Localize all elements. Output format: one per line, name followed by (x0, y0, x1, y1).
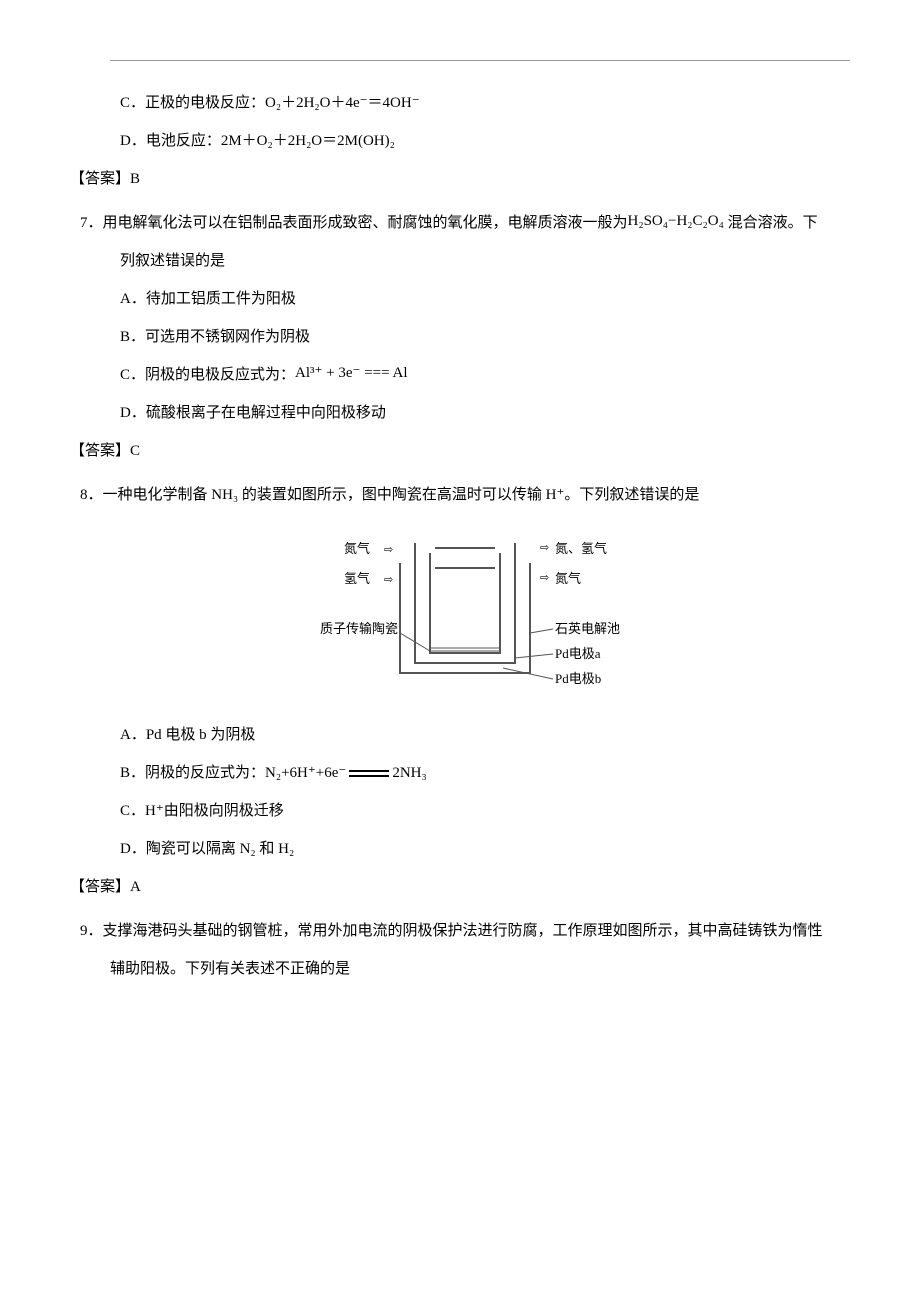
q8-option-b: B．阴极的反应式为：N₂+6H⁺+6e⁻ 2NH₃ (120, 761, 850, 785)
q9-stem-line1: 9．支撑海港码头基础的钢管桩，常用外加电流的阴极保护法进行防腐，工作原理如图所示… (80, 919, 850, 943)
proton-ceramic-label: 质子传输陶瓷 (320, 621, 398, 636)
q6-option-d: D．电池反应：2M＋O₂＋2H₂O＝2M(OH)₂ (120, 129, 850, 153)
gas-out-bot-label: 氮气 (555, 571, 581, 586)
q7-answer: 【答案】C (70, 439, 850, 463)
q7-option-a: A．待加工铝质工件为阳极 (120, 287, 850, 311)
q7-stem-text1: 7．用电解氧化法可以在铝制品表面形成致密、耐腐蚀的氧化膜，电解质溶液一般为 (80, 215, 628, 231)
q8-option-a: A．Pd 电极 b 为阴极 (120, 723, 850, 747)
pd-b-label: Pd电极b (555, 671, 601, 686)
q6-optd-prefix: D．电池反应： (120, 133, 221, 149)
q8-diagram: 氮气 ⇨ 氢气 ⇨ ⇨ 氮、氢气 ⇨ 氮气 质子传输陶瓷 石英电解池 Pd电极a… (285, 523, 625, 703)
q7-option-b: B．可选用不锈钢网作为阴极 (120, 325, 850, 349)
q8-stem: 8．一种电化学制备 NH₃ 的装置如图所示，图中陶瓷在高温时可以传输 H⁺。下列… (80, 483, 850, 507)
leader-pd-a (515, 654, 553, 658)
leader-quartz (530, 629, 553, 633)
eq-line-icon (349, 770, 389, 777)
gas-h2-in-label: 氢气 (344, 571, 370, 586)
ceramic-hatch (430, 648, 500, 651)
q7-stem-formula: H₂SO₄−H₂C₂O₄ (628, 213, 724, 229)
q8-option-d: D．陶瓷可以隔离 N₂ 和 H₂ (120, 837, 850, 861)
q9-stem-line2: 辅助阳极。下列有关表述不正确的是 (110, 957, 850, 981)
q7-stem: 7．用电解氧化法可以在铝制品表面形成致密、耐腐蚀的氧化膜，电解质溶液一般为H₂S… (80, 211, 850, 235)
outer-vessel (400, 563, 530, 673)
q8-optb-f1: N₂+6H⁺+6e⁻ (265, 765, 346, 781)
q7-stem-text2: 混合溶液。下 (728, 215, 818, 231)
q6-optc-prefix: C．正极的电极反应： (120, 95, 265, 111)
q6-optd-formula: 2M＋O₂＋2H₂O＝2M(OH)₂ (221, 133, 395, 149)
arrow-glyph-4: ⇨ (540, 572, 549, 584)
q6-optc-formula: O₂＋2H₂O＋4e⁻＝4OH⁻ (265, 95, 420, 111)
quartz-cell-label: 石英电解池 (555, 621, 620, 636)
q8-optb-f2: 2NH₃ (392, 765, 426, 781)
gas-n2-in-label: 氮气 (344, 541, 370, 556)
q8-answer: 【答案】A (70, 875, 850, 899)
q8-optb-prefix: B．阴极的反应式为： (120, 765, 265, 781)
q7-optc-prefix: C．阴极的电极反应式为： (120, 367, 295, 383)
q8-option-c: C．H⁺由阳极向阴极迁移 (120, 799, 850, 823)
pd-a-label: Pd电极a (555, 646, 601, 661)
q7-option-d: D．硫酸根离子在电解过程中向阳极移动 (120, 401, 850, 425)
q7-stem-cont: 列叙述错误的是 (120, 249, 850, 273)
gas-out-top-label: 氮、氢气 (555, 541, 607, 556)
q7-option-c: C．阴极的电极反应式为：Al³⁺ + 3e⁻ === Al (120, 363, 850, 387)
page-rule (110, 60, 850, 61)
arrow-glyph-1: ⇨ (384, 544, 393, 556)
arrow-glyph-3: ⇨ (540, 542, 549, 554)
arrow-glyph-2: ⇨ (384, 574, 393, 586)
q7-optc-formula: Al³⁺ + 3e⁻ === Al (295, 365, 408, 381)
q6-answer: 【答案】B (70, 167, 850, 191)
q6-option-c: C．正极的电极反应：O₂＋2H₂O＋4e⁻＝4OH⁻ (120, 91, 850, 115)
